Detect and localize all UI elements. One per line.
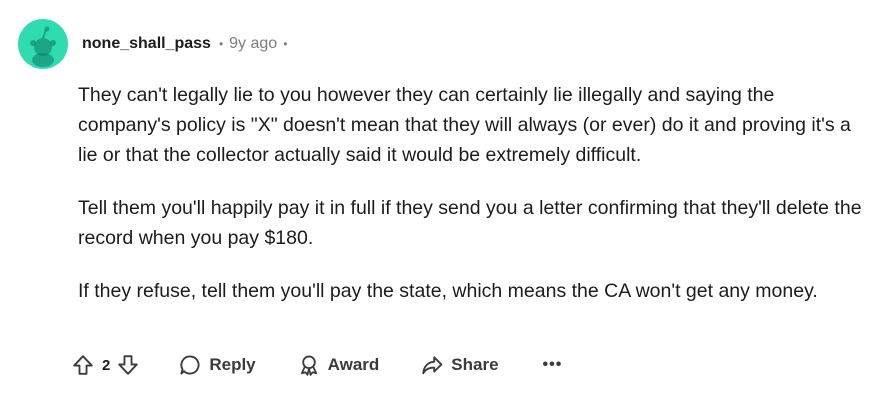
award-ribbon-icon [300,355,317,376]
award-button[interactable]: Award [298,354,380,376]
separator-dot: • [218,37,224,51]
comment-card: none_shall_pass • 9y ago • They can't le… [0,0,885,400]
comment-paragraph: If they refuse, tell them you'll pay the… [78,280,818,302]
award-label: Award [327,355,380,374]
upvote-arrow-icon [73,355,93,375]
comment-meta: none_shall_pass • 9y ago • [82,35,287,53]
snoo-avatar-icon [30,26,56,67]
more-options-button[interactable]: ••• [543,356,563,374]
comment-paragraph: They can't legally lie to you however th… [78,84,851,166]
speech-bubble-icon [180,355,200,375]
username-link[interactable]: none_shall_pass [82,35,211,53]
comment-paragraph: Tell them you'll happily pay it in full … [78,197,862,249]
vote-controls: 2 [72,354,139,376]
share-arrow-icon [422,356,443,375]
avatar[interactable] [18,19,68,69]
share-label: Share [451,355,499,374]
downvote-button[interactable] [117,354,139,376]
reply-button[interactable]: Reply [179,354,256,376]
vote-count: 2 [102,356,111,374]
comment-age: 9y ago [229,35,278,52]
upvote-button[interactable] [72,354,94,376]
share-button[interactable]: Share [421,354,499,376]
reply-label: Reply [209,355,256,374]
comment-header: none_shall_pass • 9y ago • [18,18,287,70]
comment-action-bar: 2 Reply Award Share ••• [72,348,562,382]
comment-body: They can't legally lie to you however th… [78,80,868,329]
separator-dot: • [283,37,288,51]
downvote-arrow-icon [118,355,139,375]
